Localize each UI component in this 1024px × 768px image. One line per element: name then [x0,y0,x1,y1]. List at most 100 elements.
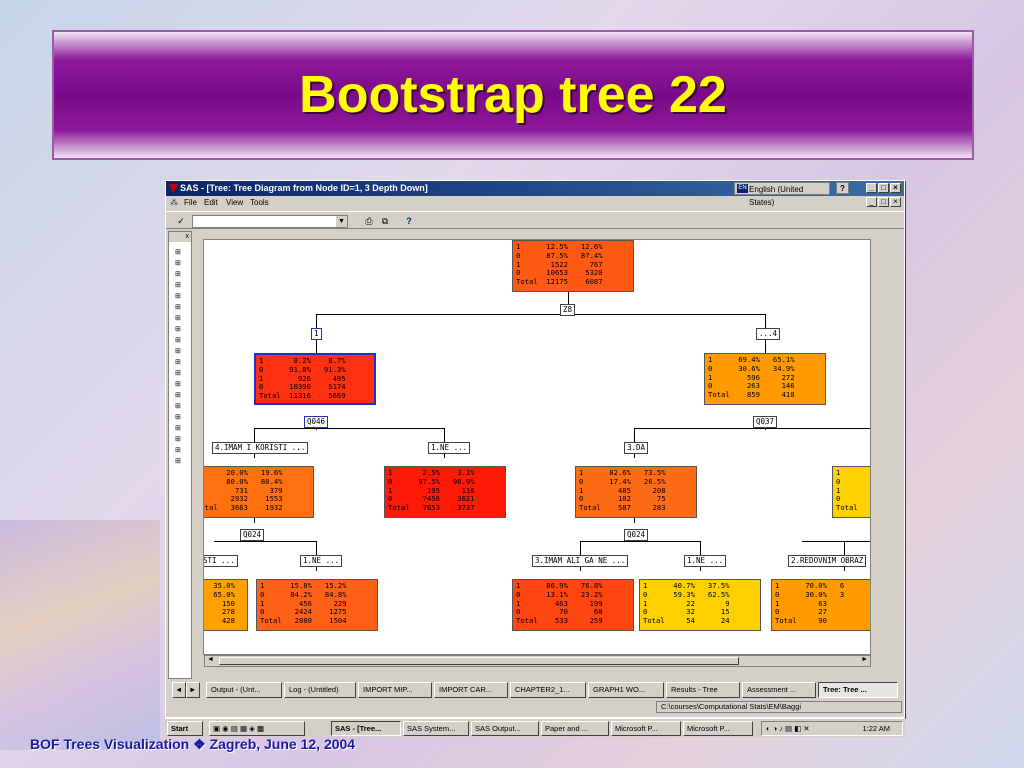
outline-expand-icon[interactable]: ⊞ [175,369,187,378]
maximize-button[interactable]: □ [878,183,889,193]
outline-expand-icon[interactable]: ⊞ [175,347,187,356]
task-output[interactable]: Output - (Unt... [206,682,282,698]
tree-icon: ⁂ [170,198,178,207]
window-title-bar[interactable]: SAS - [Tree: Tree Diagram from Node ID=1… [166,181,904,207]
connector [634,428,870,429]
outline-expand-icon[interactable]: ⊞ [175,380,187,389]
close-button[interactable]: × [890,183,901,193]
menu-tools[interactable]: Tools [250,196,269,209]
child-restore-button[interactable]: □ [878,197,889,207]
tree-node-2a[interactable]: 1 20.0% 19.6% 0 80.0% 80.4% 1 731 379 0 … [204,466,314,518]
pane-header: x [169,232,191,242]
tab-scroll-left-icon[interactable]: ◄ [172,682,186,698]
checkmark-icon[interactable]: ✓ [174,214,188,228]
copy-icon[interactable]: ⧉ [378,214,392,228]
background-decoration [0,520,160,750]
connector [316,314,766,315]
outline-expand-icon[interactable]: ⊞ [175,259,187,268]
outline-expand-icon[interactable]: ⊞ [175,391,187,400]
outline-expand-icon[interactable]: ⊞ [175,314,187,323]
branch-label-3e[interactable]: 2.REDOVNIM OBRAZ [788,555,867,567]
pane-close-icon[interactable]: x [186,232,190,242]
outline-expand-icon[interactable]: ⊞ [175,336,187,345]
tree-node-root[interactable]: 1 12.5% 12.6% 0 87.5% 87.4% 1 1522 767 0… [512,240,634,292]
tree-node-2b[interactable]: 1 2.5% 3.1% 0 97.5% 96.9% 1 195 116 0 74… [384,466,506,518]
tree-diagram[interactable]: 1 12.5% 12.6% 0 87.5% 87.4% 1 1522 767 0… [203,239,871,655]
outline-expand-icon[interactable]: ⊞ [175,446,187,455]
child-close-button[interactable]: × [890,197,901,207]
scroll-thumb[interactable] [219,657,739,665]
toolbar: ✓ ▼ ⎙ ⧉ ? [166,211,904,229]
slide-footer: BOF Trees Visualization ❖ Zagreb, June 1… [30,736,356,752]
tree-node-left[interactable]: 1 8.2% 8.7% 0 91.8% 91.3% 1 926 495 0 10… [254,353,376,405]
taskbar-item-ms-p2[interactable]: Microsoft P... [683,721,753,736]
outline-expand-icon[interactable]: ⊞ [175,248,187,257]
outline-expand-icon[interactable]: ⊞ [175,424,187,433]
tab-scroll-right-icon[interactable]: ► [186,682,200,698]
branch-label-3b[interactable]: 1.NE ... [300,555,343,567]
scroll-left-icon[interactable]: ◄ [207,656,214,663]
split-label-right[interactable]: Q037 [753,416,778,428]
command-input[interactable]: ▼ [192,215,348,228]
tree-node-3d[interactable]: 1 40.7% 37.5% 0 59.3% 62.5% 1 22 9 0 32 … [639,579,761,631]
outline-expand-icon[interactable]: ⊞ [175,292,187,301]
split-label-2a[interactable]: Q024 [240,529,265,541]
outline-expand-icon[interactable]: ⊞ [175,402,187,411]
branch-label-2c[interactable]: 3.DA [624,442,649,454]
outline-expand-icon[interactable]: ⊞ [175,270,187,279]
tree-node-3a[interactable]: 1 35.0% 0 65.0% 1 150 0 278 Total 428 [204,579,248,631]
start-button[interactable]: Start [167,721,203,736]
outline-expand-icon[interactable]: ⊞ [175,303,187,312]
print-icon[interactable]: ⎙ [362,214,376,228]
taskbar-item-ms-p1[interactable]: Microsoft P... [611,721,681,736]
outline-expand-icon[interactable]: ⊞ [175,457,187,466]
taskbar-item-sas-output[interactable]: SAS Output... [471,721,539,736]
help-icon[interactable]: ? [402,214,416,228]
branch-label-2a[interactable]: 4.IMAM I KORISTI ... [212,442,309,454]
language-indicator[interactable]: EN English (United States) [734,182,830,207]
task-assessment[interactable]: Assessment ... [742,682,816,698]
tree-node-2d[interactable]: 1 0 1 0 Total [832,466,870,518]
outline-expand-icon[interactable]: ⊞ [175,358,187,367]
branch-label-left[interactable]: 1 [311,328,322,340]
outline-expand-icon[interactable]: ⊞ [175,281,187,290]
tree-node-3e[interactable]: 1 70.0% 6 0 30.0% 3 1 63 0 27 Total 90 [771,579,870,631]
split-label-left[interactable]: Q046 [304,416,329,428]
horizontal-scrollbar[interactable]: ◄ ► [204,655,871,667]
minimize-button[interactable]: _ [866,183,877,193]
quick-launch-icons[interactable]: ▣ ◉ ▤ ▦ ◈ ▩ [209,721,305,736]
branch-label-3d[interactable]: 1.NE ... [684,555,727,567]
task-log[interactable]: Log - (Untitled) [284,682,356,698]
taskbar-item-paper[interactable]: Paper and ... [541,721,609,736]
task-chapter2[interactable]: CHAPTER2_1... [510,682,586,698]
split-label-2c[interactable]: Q024 [624,529,649,541]
child-minimize-button[interactable]: _ [866,197,877,207]
taskbar-item-sas[interactable]: SAS - [Tree... [331,721,401,736]
help-button[interactable]: ? [836,182,849,194]
tray-icons[interactable]: ◐ ◑ ♪ ▤ ◧ ✕ [766,722,810,735]
outline-expand-icon[interactable]: ⊞ [175,325,187,334]
tree-node-right[interactable]: 1 69.4% 65.1% 0 30.6% 34.9% 1 596 272 0 … [704,353,826,405]
menu-view[interactable]: View [226,196,243,209]
outline-expand-icon[interactable]: ⊞ [175,435,187,444]
tree-node-2c[interactable]: 1 82.6% 73.5% 0 17.4% 26.5% 1 485 208 0 … [575,466,697,518]
task-import-car[interactable]: IMPORT CAR... [434,682,508,698]
chevron-down-icon[interactable]: ▼ [336,216,347,227]
tree-node-3b[interactable]: 1 15.8% 15.2% 0 84.2% 84.8% 1 456 229 0 … [256,579,378,631]
task-import-mip[interactable]: IMPORT MIP... [358,682,432,698]
scroll-right-icon[interactable]: ► [861,656,868,663]
task-tree[interactable]: Tree: Tree ... [818,682,898,698]
branch-label-3a[interactable]: STI ... [204,555,238,567]
taskbar-item-sas-system[interactable]: SAS System... [403,721,469,736]
outline-expand-icon[interactable]: ⊞ [175,413,187,422]
menu-file[interactable]: File [184,196,197,209]
split-label-root[interactable]: Z8 [560,304,576,316]
branch-label-3c[interactable]: 3.IMAM ALI GA NE ... [532,555,629,567]
task-results-tree[interactable]: Results - Tree [666,682,740,698]
menu-edit[interactable]: Edit [204,196,218,209]
branch-label-right[interactable]: ...4 [756,328,781,340]
branch-label-2b[interactable]: 1.NE ... [428,442,471,454]
tree-node-3c[interactable]: 1 86.9% 76.8% 0 13.1% 23.2% 1 463 199 0 … [512,579,634,631]
task-graph1[interactable]: GRAPH1 WO... [588,682,664,698]
connector [802,541,870,542]
